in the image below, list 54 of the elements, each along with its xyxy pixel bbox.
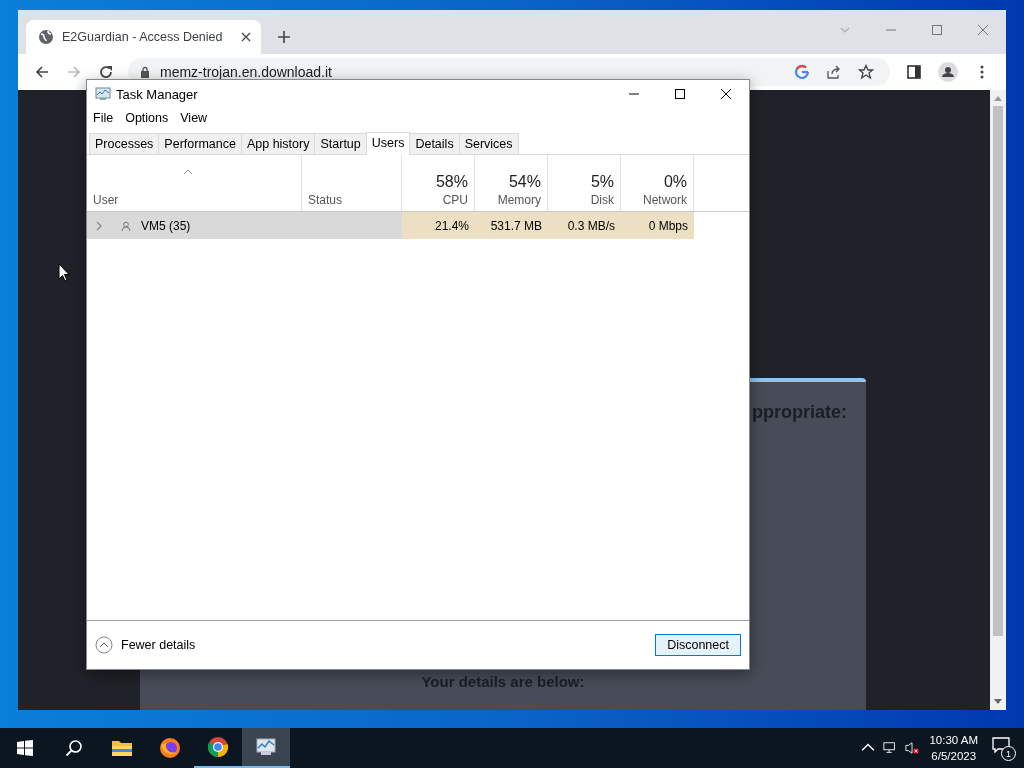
column-header[interactable]: 5% Disk xyxy=(548,155,621,211)
close-tab-icon[interactable] xyxy=(241,32,251,42)
lock-icon xyxy=(140,66,150,78)
google-icon[interactable] xyxy=(794,64,810,80)
mouse-pointer-icon xyxy=(58,263,70,282)
user-icon xyxy=(121,220,131,231)
tab[interactable]: App history xyxy=(240,133,316,154)
column-header[interactable]: User xyxy=(87,155,302,211)
table-cell: 0 Mbps xyxy=(621,212,694,239)
table-cell: 531.7 MB xyxy=(475,212,548,239)
new-tab-icon[interactable] xyxy=(277,30,291,44)
task-manager-icon xyxy=(95,86,111,102)
maximize-icon[interactable] xyxy=(674,88,686,100)
scroll-thumb[interactable] xyxy=(993,106,1003,636)
globe-icon xyxy=(38,29,54,45)
window-title: Task Manager xyxy=(116,86,198,102)
search-icon[interactable] xyxy=(65,739,83,757)
start-icon[interactable] xyxy=(16,739,34,757)
close-icon[interactable] xyxy=(720,88,732,100)
column-header[interactable]: 58% CPU xyxy=(402,155,475,211)
scroll-down-icon[interactable] xyxy=(994,699,1002,705)
chrome-icon xyxy=(207,736,229,758)
side-panel-icon[interactable] xyxy=(906,64,922,80)
table-cell: 0.3 MB/s xyxy=(548,212,621,239)
tab[interactable]: Startup xyxy=(314,133,367,154)
share-icon[interactable] xyxy=(826,64,842,80)
fox-icon xyxy=(159,737,181,759)
tab[interactable]: Processes xyxy=(89,133,160,154)
muted-speaker-icon[interactable] xyxy=(905,741,920,755)
tab[interactable]: Performance xyxy=(158,133,242,154)
collapse-icon[interactable] xyxy=(95,636,113,654)
browser-tab[interactable]: E2Guardian - Access Denied xyxy=(26,20,261,54)
reload-icon[interactable] xyxy=(98,64,114,80)
network-icon[interactable] xyxy=(883,741,898,755)
column-header[interactable]: Status xyxy=(302,155,402,211)
tab[interactable]: Details xyxy=(409,133,460,154)
user-cell[interactable]: VM5 (35) xyxy=(87,212,302,239)
menu-item[interactable]: View xyxy=(180,110,208,126)
tab[interactable]: Services xyxy=(458,133,519,154)
table-cell: 21.4% xyxy=(402,212,475,239)
menu-item[interactable]: File xyxy=(93,110,114,126)
back-icon[interactable] xyxy=(34,64,50,80)
column-header[interactable]: 54% Memory xyxy=(475,155,548,211)
tab[interactable]: Users xyxy=(365,132,411,155)
task-manager-icon xyxy=(255,736,277,758)
menu-item[interactable]: Options xyxy=(125,110,169,126)
star-icon[interactable] xyxy=(858,64,874,80)
profile-icon[interactable] xyxy=(938,62,958,82)
column-header[interactable]: 0% Network xyxy=(621,155,694,211)
taskbar-app[interactable] xyxy=(242,728,290,768)
disconnect-button[interactable]: Disconnect xyxy=(655,634,741,656)
fewer-details-link[interactable]: Fewer details xyxy=(95,636,196,654)
scrollbar[interactable] xyxy=(990,90,1006,710)
clock[interactable]: 10:30 AM 6/5/2023 xyxy=(929,732,978,764)
